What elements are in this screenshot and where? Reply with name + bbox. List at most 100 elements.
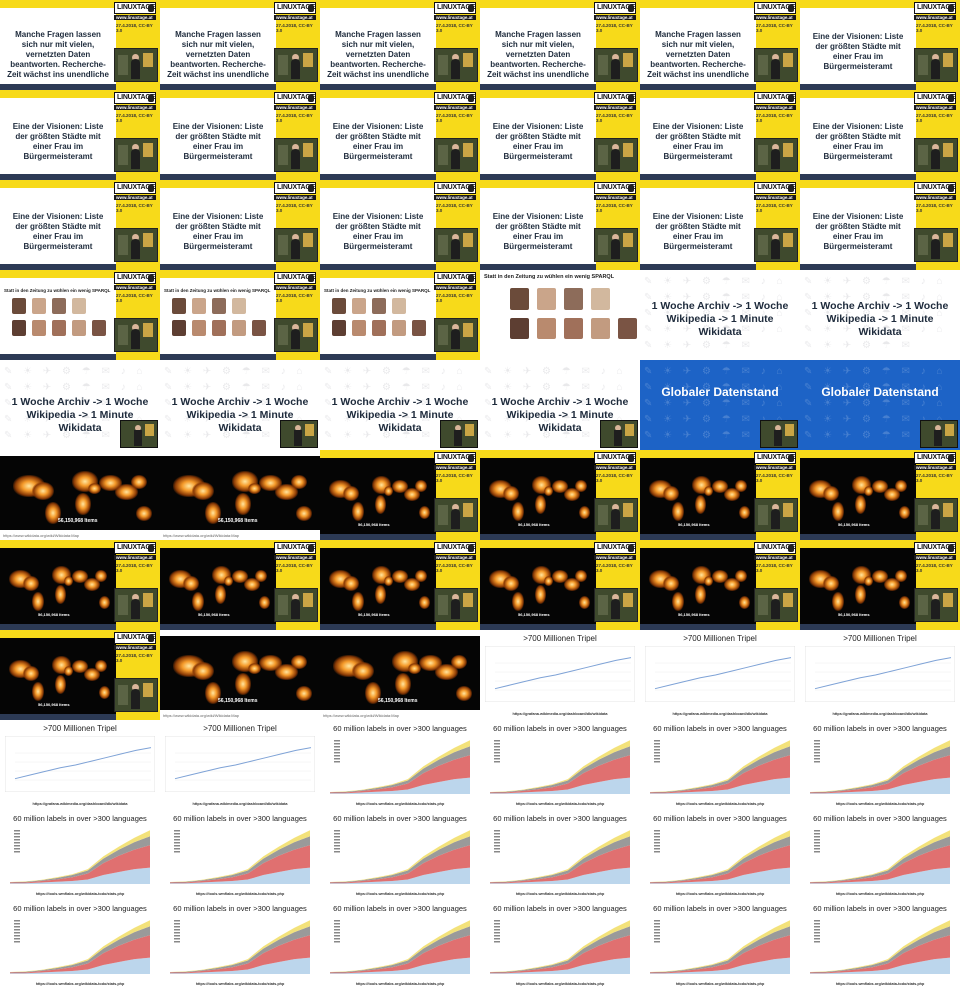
mayor-portrait — [618, 317, 637, 340]
slide-thumbnail[interactable]: Eine der Visionen: Liste der größten Stä… — [800, 180, 960, 270]
slide-thumbnail[interactable]: Eine der Visionen: Liste der größten Stä… — [160, 90, 320, 180]
slide-thumbnail[interactable]: 60 million labels in over >300 languages… — [480, 720, 640, 810]
source-url: https://grafana.wikimedia.org/dashboard/… — [32, 802, 128, 806]
slide-thumbnail[interactable]: ✎ ☀ ✈ ⚙ ☂ ✉ ♪ ⌂ ✎ ☀ ✈ ⚙ ☂ ✉ ♪ ⌂ ✎ ☀ ✈ ⚙ … — [480, 360, 640, 450]
slide-thumbnail[interactable]: 60 million labels in over >300 languages… — [480, 810, 640, 900]
slide-thumbnail[interactable]: 60 million labels in over >300 languages… — [0, 900, 160, 990]
slide-thumbnail[interactable]: >700 Millionen Tripel https://grafana.wik… — [160, 720, 320, 810]
world-night-map — [320, 464, 436, 526]
legend-entry — [814, 833, 820, 835]
triples-line-chart — [805, 646, 955, 702]
legend-entry — [814, 935, 820, 937]
slide-thumbnail[interactable]: ✎ ☀ ✈ ⚙ ☂ ✉ ♪ ⌂ ✎ ☀ ✈ ⚙ ☂ ✉ ♪ ⌂ ✎ ☀ ✈ ⚙ … — [640, 270, 800, 360]
slide-thumbnail[interactable]: 56,150,968 Items LINUXTAGE www.linuxtage.a… — [800, 450, 960, 540]
legend-entry — [174, 923, 180, 925]
slide-thumbnail[interactable]: Statt in den Zeitung zu wühlen ein wenig… — [320, 270, 480, 360]
slide-thumbnail[interactable]: ✎ ☀ ✈ ⚙ ☂ ✉ ♪ ⌂ ✎ ☀ ✈ ⚙ ☂ ✉ ♪ ⌂ ✎ ☀ ✈ ⚙ … — [640, 360, 800, 450]
slide-thumbnail[interactable]: Manche Fragen lassen sich nur mit vielen… — [0, 0, 160, 90]
slide-thumbnail[interactable]: 60 million labels in over >300 languages… — [800, 900, 960, 990]
penguin-icon — [628, 184, 634, 192]
brand-url: www.linuxtage.at — [274, 195, 316, 200]
penguin-icon — [948, 184, 954, 192]
slide-thumbnail[interactable]: 56,150,968 Items LINUXTAGE www.linuxtage.a… — [160, 540, 320, 630]
slide-thumbnail[interactable]: 56,150,968 Items LINUXTAGE www.linuxtage.a… — [0, 540, 160, 630]
slide-thumbnail[interactable]: 56,150,968 Items https://www.wikidata.org… — [160, 630, 320, 720]
linuxtage-logo: LINUXTAGE — [914, 2, 956, 14]
slide-thumbnail[interactable]: Statt in den Zeitung zu wühlen ein wenig… — [160, 270, 320, 360]
slide-thumbnail[interactable]: Statt in den Zeitung zu wühlen ein wenig… — [480, 270, 640, 360]
slide-thumbnail[interactable]: 60 million labels in over >300 languages… — [800, 810, 960, 900]
slide-thumbnail[interactable]: 56,150,968 Items LINUXTAGE www.linuxtage.a… — [320, 540, 480, 630]
slide-thumbnail[interactable]: Eine der Visionen: Liste der größten Stä… — [640, 180, 800, 270]
slide-thumbnail[interactable]: 60 million labels in over >300 languages… — [800, 720, 960, 810]
slide-thumbnail[interactable]: 56,150,968 Items LINUXTAGE www.linuxtage.a… — [640, 450, 800, 540]
penguin-icon — [788, 454, 794, 462]
slide-thumbnail[interactable]: 56,150,968 Items LINUXTAGE www.linuxtage.a… — [320, 450, 480, 540]
linuxtage-logo: LINUXTAGE — [274, 92, 316, 104]
slide-thumbnail[interactable]: 56,150,968 Items https://www.wikidata.org… — [320, 630, 480, 720]
slide-thumbnail[interactable]: ✎ ☀ ✈ ⚙ ☂ ✉ ♪ ⌂ ✎ ☀ ✈ ⚙ ☂ ✉ ♪ ⌂ ✎ ☀ ✈ ⚙ … — [160, 360, 320, 450]
slide-thumbnail[interactable]: >700 Millionen Tripel https://grafana.wik… — [800, 630, 960, 720]
slide-thumbnail[interactable]: >700 Millionen Tripel https://grafana.wik… — [0, 720, 160, 810]
legend-entry — [334, 740, 340, 742]
slide-thumbnail[interactable]: Eine der Visionen: Liste der größten Stä… — [320, 90, 480, 180]
items-count: 56,150,968 Items — [358, 522, 390, 527]
chart-title: >700 Millionen Tripel — [523, 634, 597, 643]
slide-thumbnail[interactable]: 60 million labels in over >300 languages… — [320, 720, 480, 810]
slide-thumbnail[interactable]: Statt in den Zeitung zu wühlen ein wenig… — [0, 270, 160, 360]
slide-panel: Statt in den Zeitung zu wühlen ein wenig… — [0, 278, 116, 354]
slide-thumbnail[interactable]: 60 million labels in over >300 languages… — [640, 810, 800, 900]
slide-thumbnail[interactable]: 56,150,968 Items LINUXTAGE www.linuxtage.a… — [480, 540, 640, 630]
slide-thumbnail[interactable]: Manche Fragen lassen sich nur mit vielen… — [480, 0, 640, 90]
slide-thumbnail[interactable]: 56,150,968 Items https://www.wikidata.org… — [160, 450, 320, 540]
mayor-portrait — [510, 288, 529, 310]
brand-url: www.linuxtage.at — [914, 465, 956, 470]
slide-thumbnail[interactable]: Eine der Visionen: Liste der größten Stä… — [480, 180, 640, 270]
legend-entry — [494, 842, 500, 844]
webcam-feed — [114, 228, 158, 262]
slide-thumbnail[interactable]: Eine der Visionen: Liste der größten Stä… — [0, 180, 160, 270]
slide-thumbnail[interactable]: Eine der Visionen: Liste der größten Stä… — [0, 90, 160, 180]
slide-thumbnail[interactable]: Eine der Visionen: Liste der größten Stä… — [160, 180, 320, 270]
slide-thumbnail[interactable]: 56,150,968 Items LINUXTAGE www.linuxtage.a… — [640, 540, 800, 630]
mayor-portrait — [372, 320, 386, 336]
slide-thumbnail[interactable]: 60 million labels in over >300 languages… — [640, 900, 800, 990]
slide-thumbnail[interactable]: Eine der Visionen: Liste der größten Stä… — [800, 0, 960, 90]
source-url: https://tools.wmflabs.org/wikidata-todo/… — [515, 982, 605, 986]
slide-thumbnail[interactable]: ✎ ☀ ✈ ⚙ ☂ ✉ ♪ ⌂ ✎ ☀ ✈ ⚙ ☂ ✉ ♪ ⌂ ✎ ☀ ✈ ⚙ … — [0, 360, 160, 450]
slide-thumbnail[interactable]: 60 million labels in over >300 languages… — [320, 810, 480, 900]
legend-entry — [494, 836, 500, 838]
slide-thumbnail[interactable]: Manche Fragen lassen sich nur mit vielen… — [320, 0, 480, 90]
brand-url: www.linuxtage.at — [914, 105, 956, 110]
slide-thumbnail[interactable]: 60 million labels in over >300 languages… — [640, 720, 800, 810]
slide-thumbnail[interactable]: 56,150,968 Items LINUXTAGE www.linuxtage.a… — [0, 630, 160, 720]
brand-url: www.linuxtage.at — [114, 285, 156, 290]
slide-thumbnail[interactable]: Manche Fragen lassen sich nur mit vielen… — [640, 0, 800, 90]
slide-thumbnail[interactable]: Manche Fragen lassen sich nur mit vielen… — [160, 0, 320, 90]
mayor-portrait — [332, 298, 346, 314]
slide-thumbnail[interactable]: ✎ ☀ ✈ ⚙ ☂ ✉ ♪ ⌂ ✎ ☀ ✈ ⚙ ☂ ✉ ♪ ⌂ ✎ ☀ ✈ ⚙ … — [800, 360, 960, 450]
slide-thumbnail[interactable]: 56,150,968 Items LINUXTAGE www.linuxtage.a… — [480, 450, 640, 540]
legend-entry — [494, 923, 500, 925]
slide-thumbnail[interactable]: Eine der Visionen: Liste der größten Stä… — [480, 90, 640, 180]
slide-thumbnail[interactable]: 60 million labels in over >300 languages… — [160, 810, 320, 900]
slide-thumbnail[interactable]: >700 Millionen Tripel https://grafana.wik… — [480, 630, 640, 720]
slide-thumbnail[interactable]: >700 Millionen Tripel https://grafana.wik… — [640, 630, 800, 720]
legend-entry — [174, 926, 180, 928]
source-url: https://www.wikidata.org/wiki/Wikidata:M… — [163, 533, 240, 538]
slide-thumbnail[interactable]: 56,150,968 Items https://www.wikidata.org… — [0, 450, 160, 540]
slide-thumbnail[interactable]: Eine der Visionen: Liste der größten Stä… — [640, 90, 800, 180]
slide-thumbnail[interactable]: Eine der Visionen: Liste der größten Stä… — [800, 90, 960, 180]
legend-entry — [654, 761, 660, 763]
slide-thumbnail[interactable]: 56,150,968 Items LINUXTAGE www.linuxtage.a… — [800, 540, 960, 630]
slide-thumbnail[interactable]: 60 million labels in over >300 languages… — [0, 810, 160, 900]
legend-entry — [814, 830, 820, 832]
slide-thumbnail[interactable]: Eine der Visionen: Liste der größten Stä… — [320, 180, 480, 270]
slide-thumbnail[interactable]: ✎ ☀ ✈ ⚙ ☂ ✉ ♪ ⌂ ✎ ☀ ✈ ⚙ ☂ ✉ ♪ ⌂ ✎ ☀ ✈ ⚙ … — [800, 270, 960, 360]
legend-entry — [334, 743, 340, 745]
slide-thumbnail[interactable]: ✎ ☀ ✈ ⚙ ☂ ✉ ♪ ⌂ ✎ ☀ ✈ ⚙ ☂ ✉ ♪ ⌂ ✎ ☀ ✈ ⚙ … — [320, 360, 480, 450]
slide-thumbnail[interactable]: 60 million labels in over >300 languages… — [320, 900, 480, 990]
slide-thumbnail[interactable]: 60 million labels in over >300 languages… — [480, 900, 640, 990]
penguin-icon — [628, 544, 634, 552]
slide-thumbnail[interactable]: 60 million labels in over >300 languages… — [160, 900, 320, 990]
